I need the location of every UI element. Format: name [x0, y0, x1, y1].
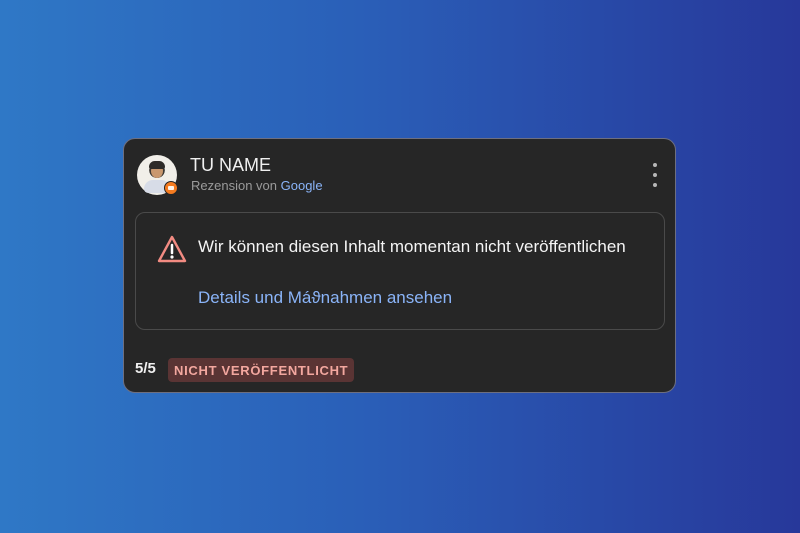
warning-icon	[157, 235, 187, 263]
notice-box: Wir können diesen Inhalt momentan nicht …	[135, 212, 665, 330]
rating-value: 5/5	[135, 360, 156, 377]
menu-dot	[653, 183, 657, 187]
review-card: TU NAME Rezension von Google Wir können …	[123, 138, 676, 393]
review-source-prefix: Rezension von	[191, 178, 277, 193]
details-link[interactable]: Details und Máϑnahmen ansehen	[198, 288, 452, 308]
avatar-hair	[149, 161, 165, 169]
review-source-provider: Google	[280, 178, 323, 193]
menu-dot	[653, 173, 657, 177]
status-badge: NICHT VERÖFFENTLICHT	[168, 358, 355, 382]
more-vert-icon[interactable]	[649, 163, 661, 187]
user-name: TU NAME	[190, 155, 271, 175]
avatar[interactable]	[137, 155, 178, 195]
menu-dot	[653, 163, 657, 167]
review-source: Rezension von Google	[191, 178, 323, 193]
notice-message: Wir können diesen Inhalt momentan nicht …	[198, 237, 626, 256]
local-guide-badge-icon	[164, 181, 178, 195]
